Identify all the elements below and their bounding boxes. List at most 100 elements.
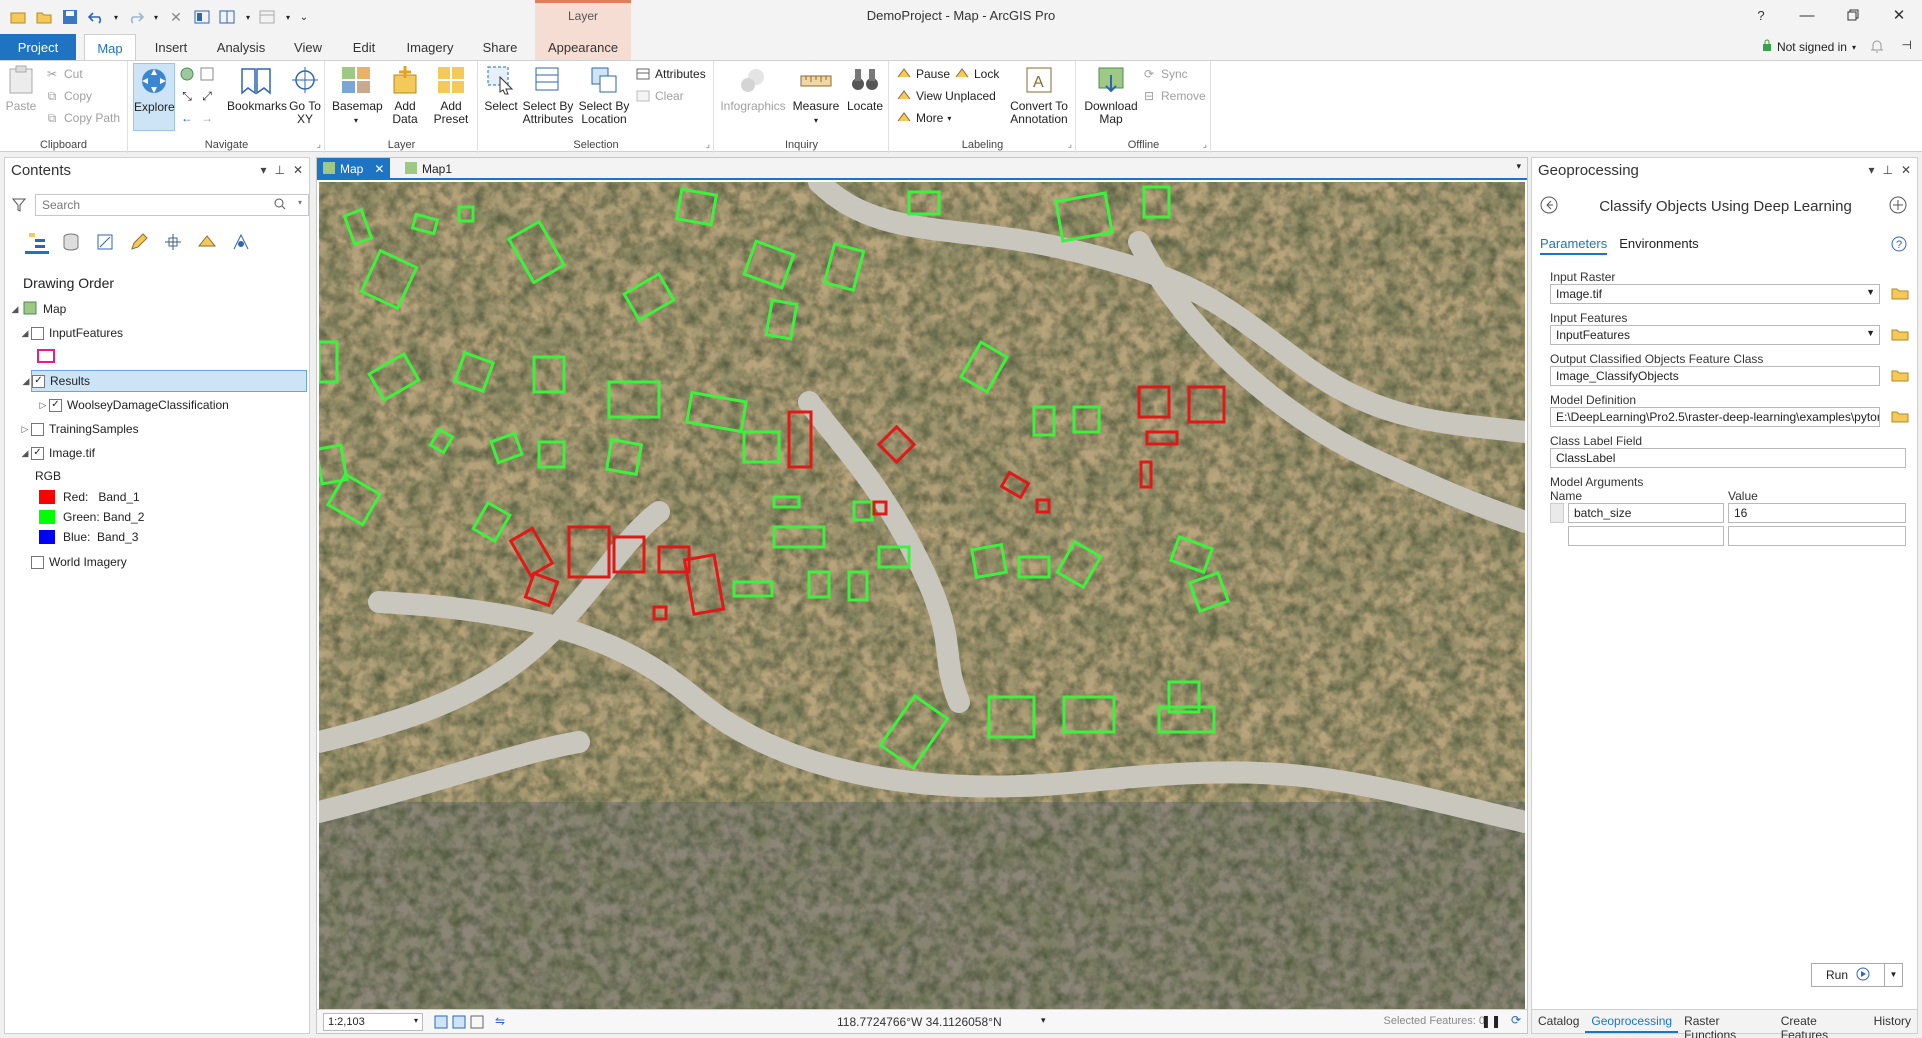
tab-view[interactable]: View [288, 34, 328, 60]
add-preset-button[interactable]: Add Preset [428, 63, 474, 126]
list-by-snapping-icon[interactable] [161, 230, 185, 254]
list-by-perspective-imagery-icon[interactable] [229, 230, 253, 254]
toc-item-woolsey[interactable]: ▷ ✓ WoolseyDamageClassification [37, 394, 339, 416]
argument-name-cell[interactable]: batch_size [1568, 503, 1724, 523]
chevron-down-icon[interactable]: ▾ [1868, 163, 1874, 177]
remove-button[interactable]: ⊟ Remove [1141, 87, 1206, 105]
convert-to-annotation-button[interactable]: A Convert To Annotation [1006, 63, 1072, 126]
new-project-icon[interactable] [8, 8, 28, 26]
browse-folder-icon[interactable] [1891, 409, 1909, 425]
pin-ribbon-icon[interactable]: ⊣ [1902, 38, 1912, 52]
row-handle[interactable] [1550, 503, 1564, 523]
tab-raster-functions[interactable]: Raster Functions [1678, 1010, 1775, 1038]
collapse-arrow-icon[interactable]: ◢ [20, 376, 32, 387]
copy-path-button[interactable]: ⧉ Copy Path [44, 109, 120, 127]
chevron-down-icon[interactable]: ▾ [152, 8, 160, 26]
more-labeling-button[interactable]: More ▾ [896, 109, 951, 127]
empty-argument-value-cell[interactable] [1728, 526, 1906, 546]
clear-selection-button[interactable]: Clear [635, 87, 684, 105]
close-icon[interactable]: ✕ [166, 8, 186, 26]
tab-share[interactable]: Share [474, 34, 526, 60]
bookmarks-button[interactable]: Bookmarks [227, 63, 287, 113]
help-button[interactable]: ? [1738, 0, 1784, 30]
layout-icon[interactable] [192, 8, 212, 26]
close-window-button[interactable]: ✕ [1876, 0, 1922, 30]
attributes-button[interactable]: Attributes [635, 65, 706, 83]
input-raster-select[interactable]: Image.tif ▼ [1550, 284, 1880, 304]
tab-edit[interactable]: Edit [346, 34, 382, 60]
scale-selector[interactable]: 1:2,103 ▾ [323, 1013, 423, 1031]
undo-icon[interactable] [86, 8, 106, 26]
sign-in-status[interactable]: Not signed in ▾ [1762, 39, 1856, 55]
tab-project[interactable]: Project [0, 34, 76, 60]
expand-arrow-icon[interactable]: ▷ [19, 424, 31, 435]
chevron-down-icon[interactable]: ▾ [1041, 1015, 1046, 1026]
visibility-checkbox[interactable]: ✓ [31, 446, 44, 460]
window-layout-icon[interactable] [218, 8, 238, 26]
previous-extent-button[interactable]: ← → [179, 109, 215, 127]
tab-parameters[interactable]: Parameters [1540, 236, 1608, 255]
run-button[interactable]: Run ▼ [1811, 963, 1903, 987]
minimize-button[interactable]: — [1784, 0, 1830, 30]
chevron-down-icon[interactable]: ▾ [1516, 161, 1521, 172]
collapse-arrow-icon[interactable]: ◢ [19, 328, 31, 339]
pause-drawing-icon[interactable]: ❚❚ [1481, 1014, 1501, 1028]
toc-item-results[interactable]: ◢ ✓ Results [23, 370, 307, 392]
inputfeatures-symbol[interactable] [37, 345, 339, 367]
toc-item-trainingsamples[interactable]: ▷ TrainingSamples [19, 418, 321, 440]
toc-item-world-imagery[interactable]: World Imagery [31, 551, 333, 573]
browse-folder-icon[interactable] [1891, 286, 1909, 302]
restore-button[interactable] [1830, 0, 1876, 30]
visibility-checkbox[interactable]: ✓ [32, 374, 45, 388]
output-feature-class-input[interactable]: Image_ClassifyObjects [1550, 366, 1880, 386]
measure-button[interactable]: Measure ▾ [791, 63, 841, 127]
chevron-down-icon[interactable]: ▼ [1884, 964, 1902, 986]
add-data-button[interactable]: Add Data [386, 63, 424, 126]
visibility-checkbox[interactable] [31, 326, 44, 340]
copy-button[interactable]: ⧉ Copy [44, 87, 92, 105]
go-to-xy-button[interactable]: Go To XY [287, 63, 323, 126]
notification-bell-icon[interactable] [1870, 38, 1884, 57]
open-folder-icon[interactable] [34, 8, 54, 26]
expand-arrow-icon[interactable]: ▷ [37, 400, 49, 411]
view-unplaced-button[interactable]: View Unplaced [896, 87, 996, 105]
rotation-icon[interactable]: ⇋ [495, 1014, 505, 1028]
toc-item-image[interactable]: ◢ ✓ Image.tif [19, 442, 321, 464]
full-extent-button[interactable] [179, 65, 215, 83]
contents-search-input[interactable]: Search ▾ [35, 194, 309, 216]
map-tab-map1[interactable]: Map1 [399, 158, 458, 180]
tab-create-features[interactable]: Create Features [1775, 1010, 1868, 1038]
cut-button[interactable]: ✂ Cut [44, 65, 83, 83]
refresh-icon[interactable]: ⟳ [1511, 1013, 1521, 1027]
aerial-imagery-map[interactable] [319, 182, 1525, 1010]
chevron-down-icon[interactable]: ▾ [298, 198, 302, 207]
basemap-button[interactable]: Basemap ▾ [332, 63, 383, 127]
tab-history[interactable]: History [1868, 1010, 1917, 1033]
toc-item-map[interactable]: ◢ Map [9, 298, 311, 320]
save-icon[interactable] [60, 8, 80, 26]
chevron-down-icon[interactable]: ▾ [112, 8, 120, 26]
explore-button[interactable]: Explore [133, 63, 175, 131]
visibility-checkbox[interactable] [31, 422, 44, 436]
toc-item-inputfeatures[interactable]: ◢ InputFeatures [19, 322, 321, 344]
list-by-editing-icon[interactable] [127, 230, 151, 254]
list-by-selection-icon[interactable] [93, 230, 117, 254]
grid-tool-icon[interactable] [433, 1014, 489, 1033]
chevron-down-icon[interactable]: ▾ [284, 8, 292, 26]
tab-geoprocessing[interactable]: Geoprocessing [1585, 1010, 1679, 1033]
locate-button[interactable]: Locate [845, 63, 885, 113]
sync-button[interactable]: ⟳ Sync [1141, 65, 1188, 83]
browse-folder-icon[interactable] [1891, 327, 1909, 343]
select-by-attributes-button[interactable]: Select By Attributes [521, 63, 575, 126]
tab-imagery[interactable]: Imagery [400, 34, 460, 60]
pin-icon[interactable]: ⊥ [1882, 163, 1892, 177]
tab-appearance[interactable]: Appearance [535, 34, 631, 60]
empty-argument-name-cell[interactable] [1568, 526, 1724, 546]
dialog-launcher-icon[interactable]: ⌟ [1203, 139, 1207, 150]
list-by-labeling-icon[interactable] [195, 230, 219, 254]
input-features-select[interactable]: InputFeatures ▼ [1550, 325, 1880, 345]
pause-labeling-button[interactable]: Pause [896, 65, 950, 83]
chevron-down-icon[interactable]: ▾ [260, 163, 266, 177]
filter-icon[interactable] [11, 198, 27, 215]
browse-folder-icon[interactable] [1891, 368, 1909, 384]
